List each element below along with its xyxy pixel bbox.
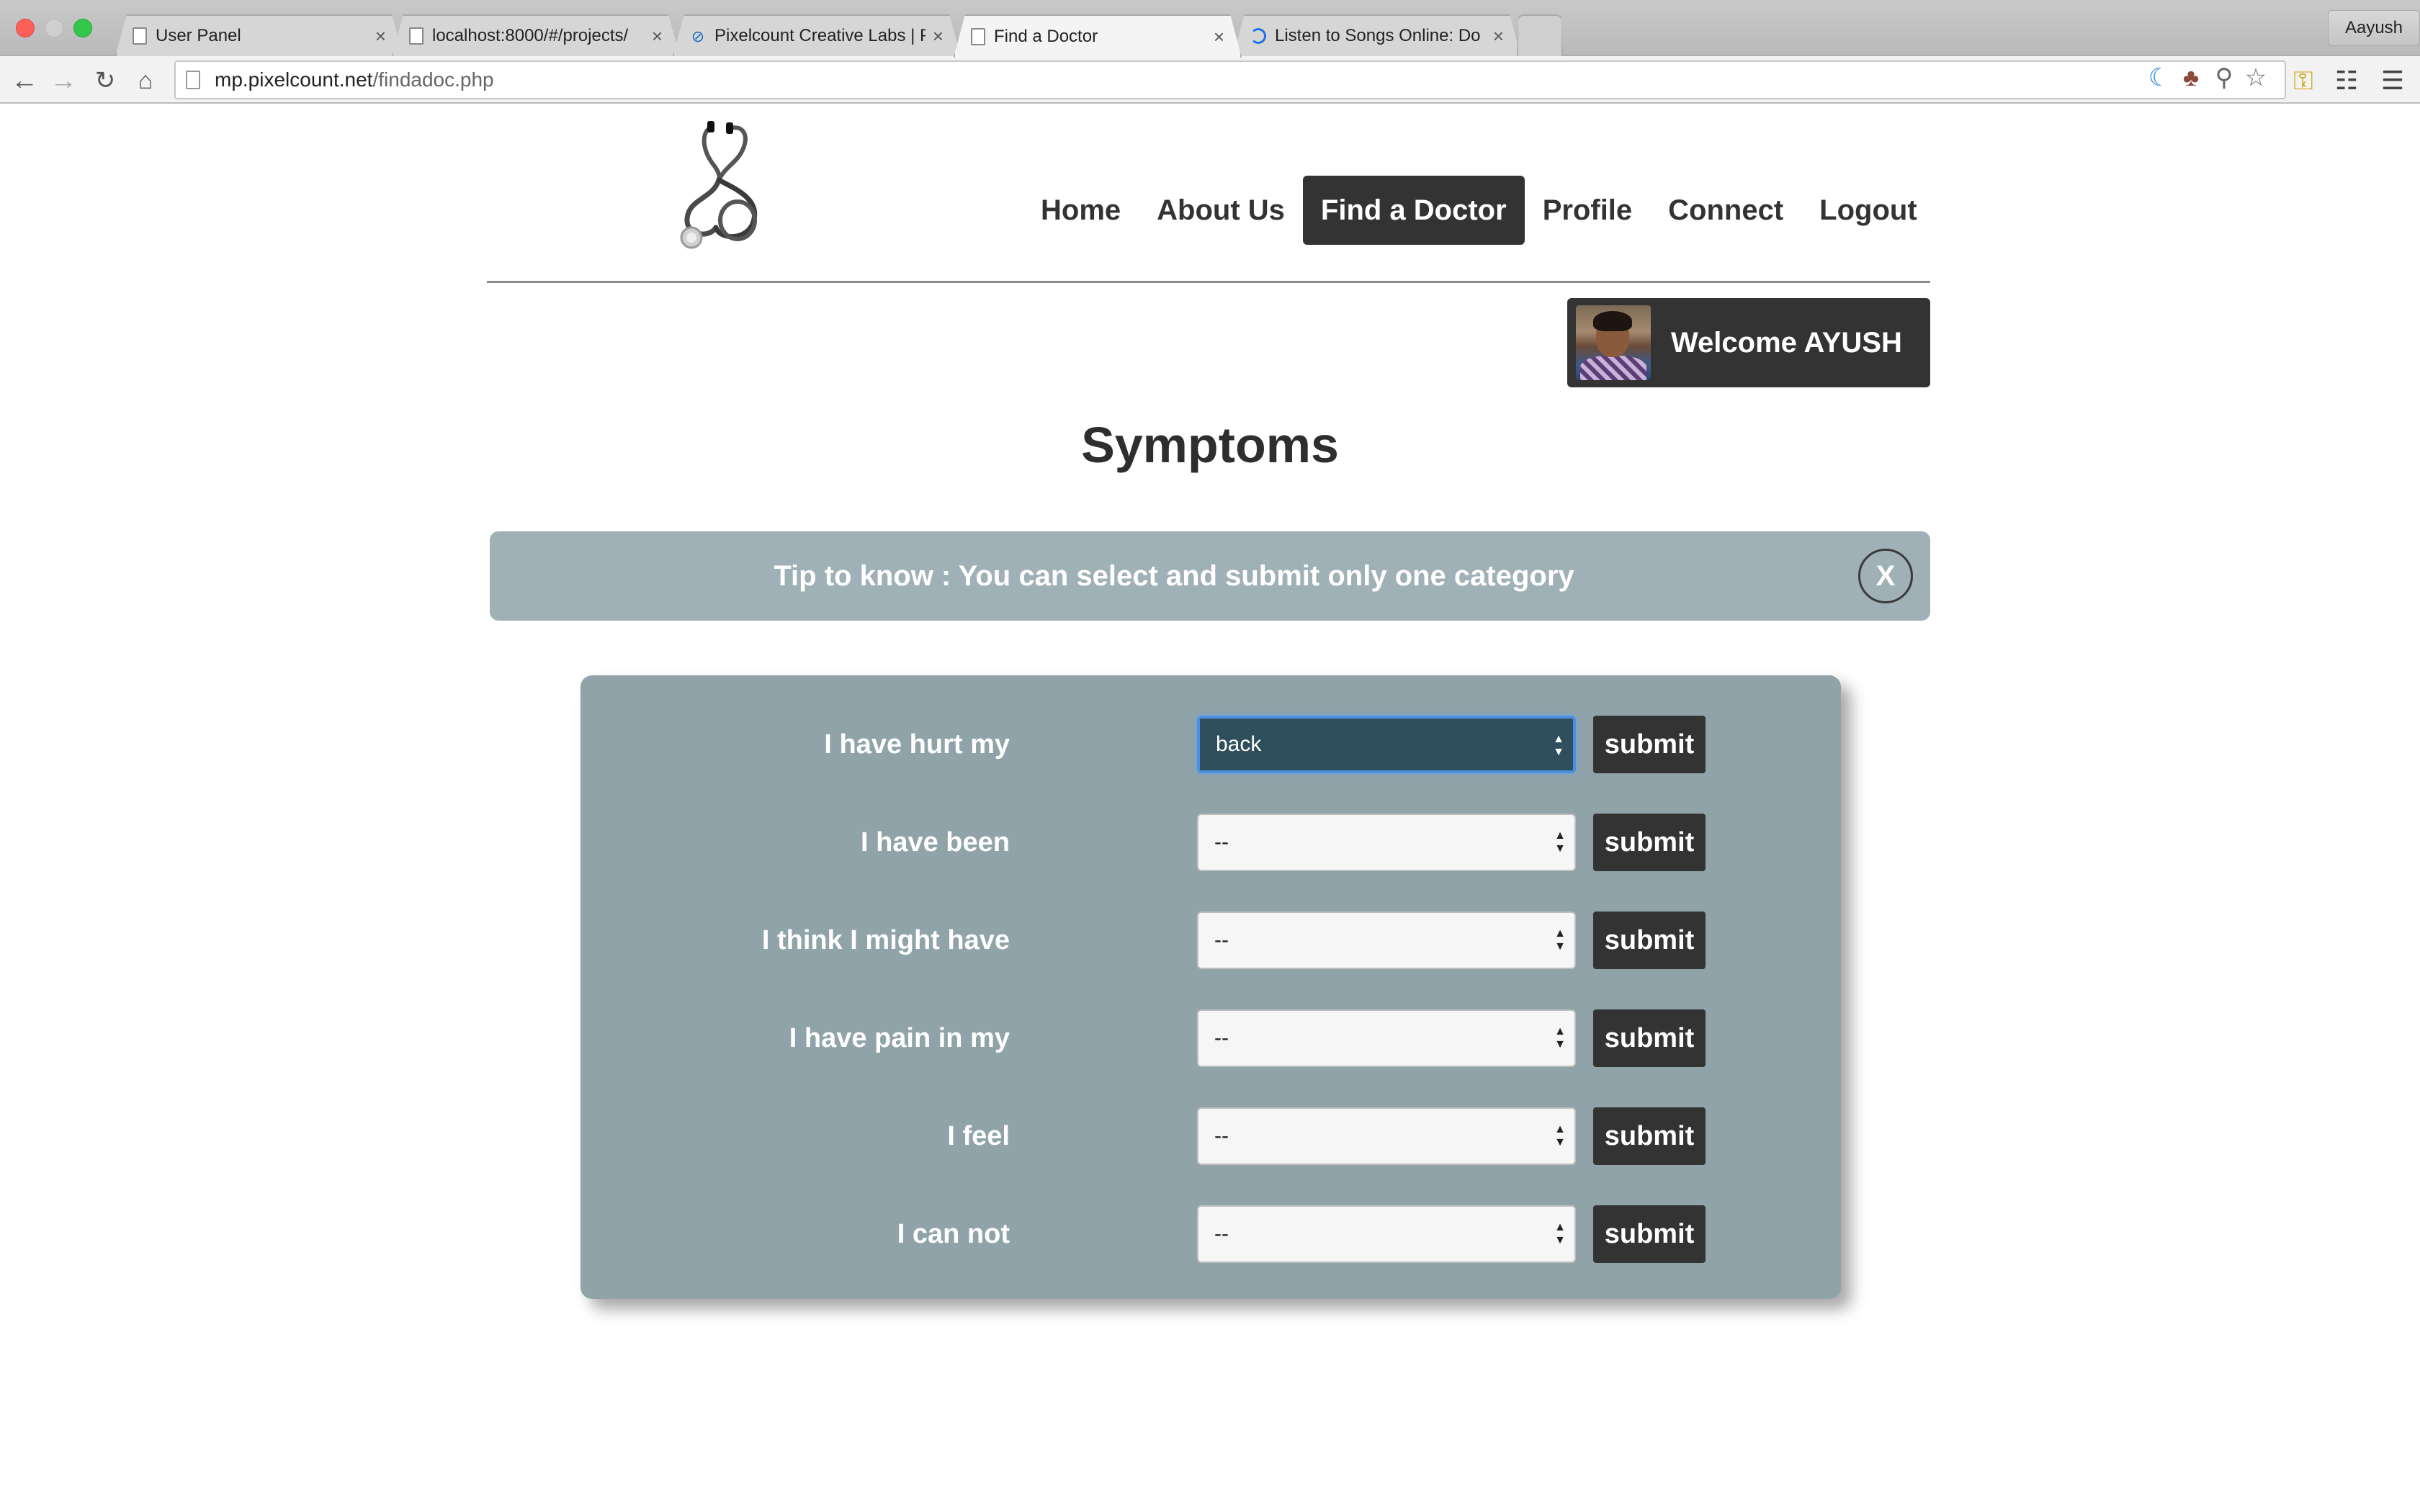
address-bar[interactable]: mp.pixelcount.net/findadoc.php <box>174 60 2286 99</box>
menu-icon[interactable]: ☰ <box>2377 65 2408 96</box>
page-title: Symptoms <box>1081 417 1339 473</box>
form-row: I have hurt my back ▲ ▼ submit <box>581 716 1841 773</box>
select-arrows-icon: ▲ ▼ <box>1554 829 1566 855</box>
row-label: I have pain in my <box>789 1023 1010 1053</box>
row-label: I feel <box>947 1121 1010 1151</box>
extension-moon-icon[interactable]: ☾ <box>2145 63 2174 92</box>
close-tab-icon[interactable]: × <box>652 25 663 48</box>
extension-acorn-icon[interactable]: ♣ <box>2177 63 2205 92</box>
browser-tabstrip: User Panel × localhost:8000/#/projects/ … <box>0 0 2420 56</box>
browser-tab[interactable]: ⊘ Pixelcount Creative Labs | P × <box>673 14 961 56</box>
back-icon[interactable]: ← <box>9 65 40 96</box>
close-window-button[interactable] <box>16 19 35 37</box>
close-tab-icon[interactable]: × <box>933 25 944 48</box>
extension-tree-icon[interactable]: ☷ <box>2331 65 2362 96</box>
select-value: -- <box>1214 1124 1229 1148</box>
reload-icon[interactable]: ↻ <box>89 65 121 96</box>
select-arrows-icon: ▲ ▼ <box>1554 1123 1566 1148</box>
submit-button[interactable]: submit <box>1593 912 1706 969</box>
nav-find-a-doctor[interactable]: Find a Doctor <box>1302 176 1525 245</box>
nav-home[interactable]: Home <box>1023 176 1139 245</box>
page-icon <box>409 27 424 45</box>
stethoscope-icon[interactable] <box>663 120 771 249</box>
header-divider <box>487 281 1930 283</box>
new-tab-button[interactable] <box>1517 14 1563 56</box>
tip-banner: Tip to know : You can select and submit … <box>490 531 1930 621</box>
forward-icon[interactable]: → <box>48 65 79 96</box>
submit-button[interactable]: submit <box>1593 716 1706 773</box>
page-icon <box>133 27 147 45</box>
form-row: I have pain in my -- ▲ ▼ submit <box>581 1009 1841 1067</box>
close-tab-icon[interactable]: × <box>1214 26 1224 48</box>
been-select[interactable]: -- ▲ ▼ <box>1197 814 1576 871</box>
url-path: /findadoc.php <box>372 68 494 91</box>
can-not-select[interactable]: -- ▲ ▼ <box>1197 1205 1576 1263</box>
browser-tab-active[interactable]: Find a Doctor × <box>954 14 1242 58</box>
form-row: I think I might have -- ▲ ▼ submit <box>581 912 1841 969</box>
close-tab-icon[interactable]: × <box>1493 25 1504 48</box>
pixelcount-icon: ⊘ <box>691 27 705 45</box>
form-row: I feel -- ▲ ▼ submit <box>581 1107 1841 1165</box>
avatar <box>1576 305 1651 380</box>
row-label: I have been <box>861 827 1010 858</box>
zoom-icon[interactable]: ⚲ <box>2210 63 2238 92</box>
page-icon <box>186 71 200 89</box>
symptoms-form: I have hurt my back ▲ ▼ submit I have bee… <box>581 675 1841 1299</box>
browser-tab[interactable]: User Panel × <box>115 14 403 56</box>
select-value: -- <box>1214 830 1229 854</box>
browser-tab[interactable]: Listen to Songs Online: Do × <box>1233 14 1521 56</box>
form-row: I can not -- ▲ ▼ submit <box>581 1205 1841 1263</box>
submit-button[interactable]: submit <box>1593 1009 1706 1067</box>
tab-title: Pixelcount Creative Labs | P <box>714 26 926 45</box>
minimize-window-button[interactable] <box>45 19 63 37</box>
select-arrows-icon: ▲ ▼ <box>1554 1221 1566 1246</box>
nav-connect[interactable]: Connect <box>1650 176 1801 245</box>
select-arrows-icon: ▲ ▼ <box>1553 733 1564 758</box>
welcome-text: Welcome AYUSH <box>1671 326 1902 359</box>
select-value: back <box>1216 732 1262 756</box>
submit-button[interactable]: submit <box>1593 1205 1706 1263</box>
pain-select[interactable]: -- ▲ ▼ <box>1197 1009 1576 1067</box>
url-text: mp.pixelcount.net/findadoc.php <box>215 68 494 91</box>
loading-icon <box>1250 28 1266 44</box>
profile-button[interactable]: Aayush <box>2328 10 2420 46</box>
extension-key-icon[interactable]: ⚿ <box>2287 65 2319 96</box>
select-value: -- <box>1214 1222 1229 1246</box>
page-content: Home About Us Find a Doctor Profile Conn… <box>0 105 2420 1512</box>
select-value: -- <box>1214 1026 1229 1050</box>
submit-button[interactable]: submit <box>1593 1107 1706 1165</box>
tip-close-button[interactable]: X <box>1858 549 1913 603</box>
row-label: I have hurt my <box>824 729 1010 760</box>
bookmark-star-icon[interactable]: ☆ <box>2241 63 2270 92</box>
zoom-window-button[interactable] <box>73 19 92 37</box>
url-host: mp.pixelcount.net <box>215 68 373 91</box>
select-arrows-icon: ▲ ▼ <box>1554 927 1566 953</box>
main-nav: Home About Us Find a Doctor Profile Conn… <box>1023 176 1935 245</box>
welcome-badge[interactable]: Welcome AYUSH <box>1567 298 1930 387</box>
form-row: I have been -- ▲ ▼ submit <box>581 814 1841 871</box>
nav-profile[interactable]: Profile <box>1525 176 1650 245</box>
might-have-select[interactable]: -- ▲ ▼ <box>1197 912 1576 969</box>
row-label: I can not <box>897 1219 1010 1249</box>
select-value: -- <box>1214 928 1229 952</box>
nav-logout[interactable]: Logout <box>1801 176 1935 245</box>
tab-title: User Panel <box>156 26 241 45</box>
tip-text: Tip to know : You can select and submit … <box>774 560 1574 592</box>
hurt-select[interactable]: back ▲ ▼ <box>1197 716 1576 773</box>
page-icon <box>971 28 985 45</box>
close-tab-icon[interactable]: × <box>375 25 386 48</box>
browser-toolbar: ← → ↻ ⌂ mp.pixelcount.net/findadoc.php ☾… <box>0 56 2420 104</box>
tab-title: localhost:8000/#/projects/ <box>432 26 629 45</box>
home-icon[interactable]: ⌂ <box>130 65 161 96</box>
tab-title: Find a Doctor <box>994 27 1098 46</box>
browser-tab[interactable]: localhost:8000/#/projects/ × <box>392 14 680 56</box>
feel-select[interactable]: -- ▲ ▼ <box>1197 1107 1576 1165</box>
nav-about-us[interactable]: About Us <box>1139 176 1303 245</box>
row-label: I think I might have <box>761 925 1010 955</box>
submit-button[interactable]: submit <box>1593 814 1706 871</box>
select-arrows-icon: ▲ ▼ <box>1554 1025 1566 1050</box>
tab-title: Listen to Songs Online: Do <box>1275 26 1481 45</box>
